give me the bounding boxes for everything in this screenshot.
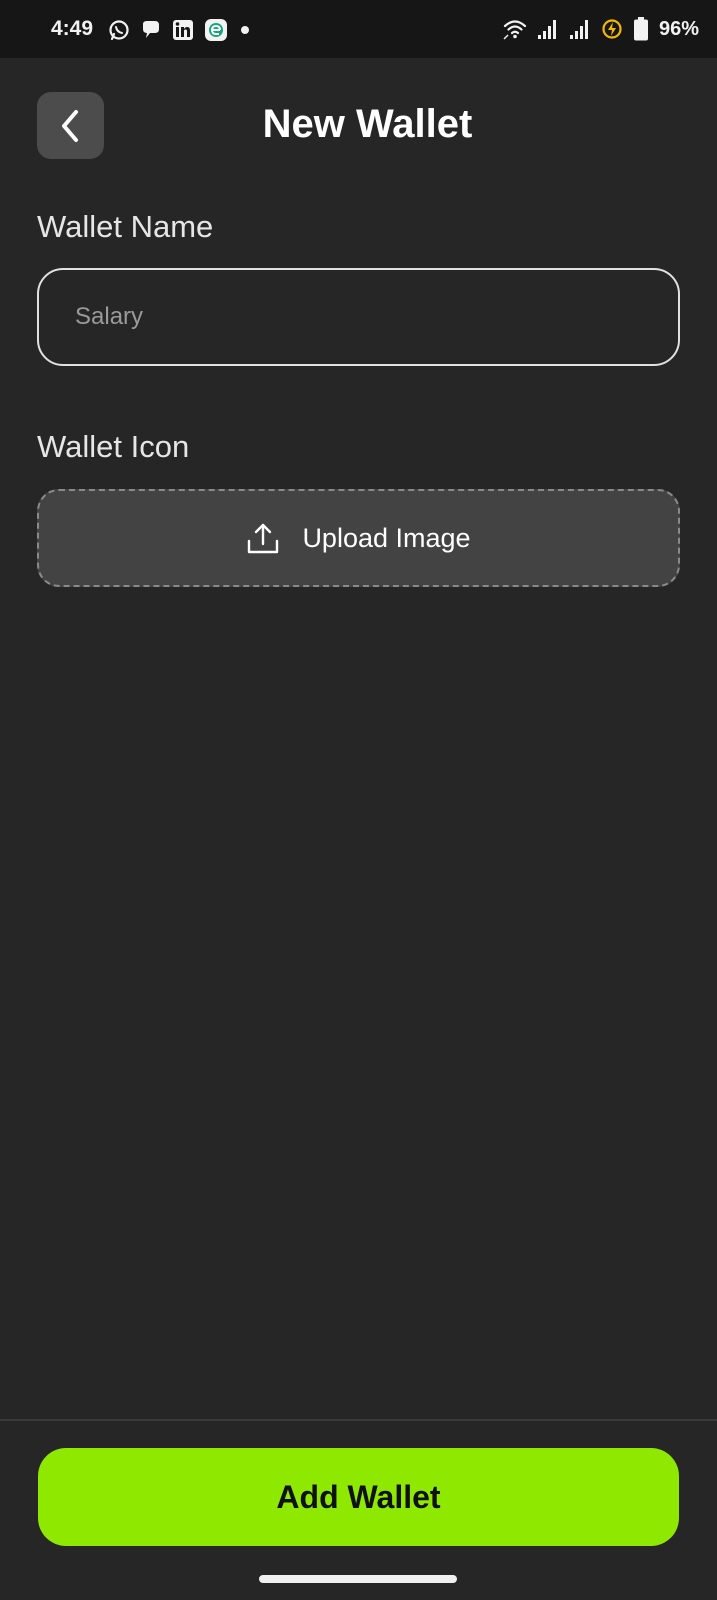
wallet-name-label: Wallet Name xyxy=(37,209,214,244)
wallet-icon-label: Wallet Icon xyxy=(37,429,190,464)
signal-icon xyxy=(537,18,559,40)
bottom-divider xyxy=(0,1419,717,1421)
whatsapp-icon xyxy=(108,19,130,41)
home-indicator[interactable] xyxy=(259,1575,457,1583)
notification-icons xyxy=(108,18,252,42)
battery-percent: 96% xyxy=(658,17,699,40)
chat-bubble-icon xyxy=(140,19,162,41)
upload-image-label: Upload Image xyxy=(302,522,471,553)
system-icons: 96% xyxy=(503,16,699,42)
status-bar: 4:49 96% xyxy=(0,0,717,58)
upload-image-button[interactable]: Upload Image xyxy=(37,489,680,587)
battery-icon xyxy=(633,17,649,41)
add-wallet-button[interactable]: Add Wallet xyxy=(38,1448,679,1546)
status-time: 4:49 xyxy=(51,17,94,40)
battery-saver-icon xyxy=(601,18,623,40)
linkedin-icon xyxy=(172,19,194,41)
wifi-icon xyxy=(503,18,527,40)
app-e-icon xyxy=(204,18,228,42)
page-title: New Wallet xyxy=(262,102,473,146)
wallet-name-input[interactable] xyxy=(37,268,680,366)
signal-icon xyxy=(569,18,591,40)
upload-icon xyxy=(246,521,280,555)
dot-icon xyxy=(238,23,252,37)
